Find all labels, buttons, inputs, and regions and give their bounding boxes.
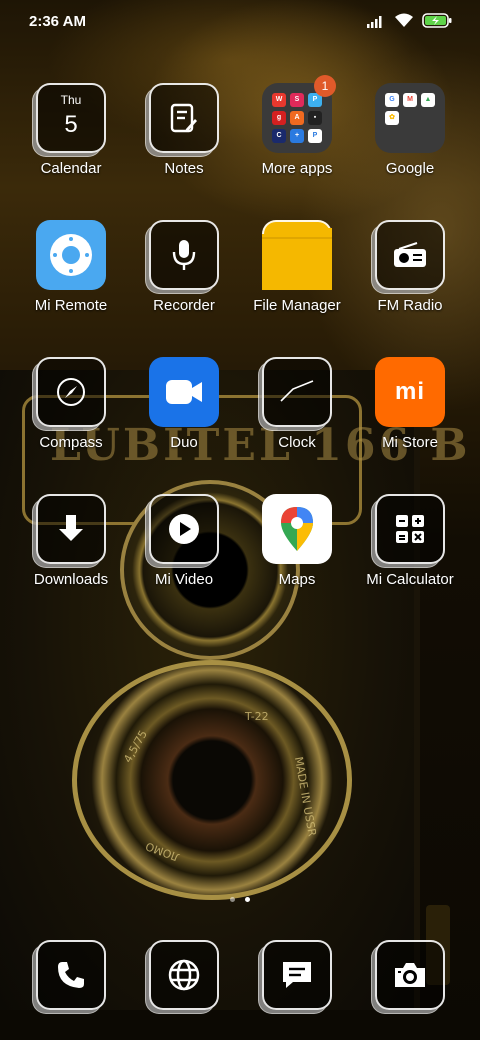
folder-yellow-icon (262, 220, 332, 290)
app-downloads[interactable]: Downloads (16, 494, 126, 588)
app-file-manager[interactable]: File Manager (242, 220, 352, 314)
app-label: Notes (164, 160, 204, 177)
camera-icon (375, 940, 445, 1010)
app-label: Mi Store (382, 434, 438, 451)
clock-icon (262, 357, 332, 427)
folder-more-apps[interactable]: WSP g A ▪ C + P 1 More apps (242, 75, 352, 177)
app-mi-store[interactable]: mi Mi Store (355, 357, 465, 451)
dock-phone[interactable] (16, 940, 126, 1010)
app-label: Compass (39, 434, 103, 451)
status-time: 2:36 AM (29, 13, 86, 30)
app-recorder[interactable]: Recorder (129, 220, 239, 314)
app-mi-video[interactable]: Mi Video (129, 494, 239, 588)
app-maps[interactable]: Maps (242, 494, 352, 588)
page-indicator (0, 897, 480, 902)
app-label: Maps (278, 571, 316, 588)
app-notes[interactable]: Notes (129, 83, 239, 177)
dock-messages[interactable] (242, 940, 352, 1010)
calculator-icon (375, 494, 445, 564)
dock-browser[interactable] (129, 940, 239, 1010)
status-icons (366, 13, 452, 28)
mi-logo-text: mi (394, 378, 426, 405)
remote-icon (36, 220, 106, 290)
app-label: More apps (261, 160, 333, 177)
calendar-day: Thu (60, 93, 82, 107)
play-icon (149, 494, 219, 564)
app-mi-calculator[interactable]: Mi Calculator (355, 494, 465, 588)
app-label: Duo (170, 434, 198, 451)
dock-camera[interactable] (355, 940, 465, 1010)
radio-icon (375, 220, 445, 290)
app-duo[interactable]: Duo (129, 357, 239, 451)
app-label: Mi Calculator (366, 571, 454, 588)
battery-charging-icon (422, 13, 452, 28)
notification-badge: 1 (314, 75, 336, 97)
app-mi-remote[interactable]: Mi Remote (16, 220, 126, 314)
microphone-icon (149, 220, 219, 290)
taking-lens (72, 660, 352, 900)
wifi-icon (395, 13, 413, 27)
app-label: Recorder (153, 297, 215, 314)
mi-logo-icon: mi (375, 357, 445, 427)
app-label: Downloads (33, 571, 109, 588)
calendar-date: 5 (64, 111, 78, 138)
app-label: FM Radio (377, 297, 443, 314)
download-icon (36, 494, 106, 564)
app-calendar[interactable]: Thu 5 Calendar (16, 83, 126, 177)
video-camera-icon (149, 357, 219, 427)
compass-icon (36, 357, 106, 427)
signal-icon (367, 15, 382, 28)
phone-icon (36, 940, 106, 1010)
app-clock[interactable]: Clock (242, 357, 352, 451)
folder-google[interactable]: G M ▲ ✿ Google (355, 83, 465, 177)
app-fm-radio[interactable]: FM Radio (355, 220, 465, 314)
notes-icon (149, 83, 219, 153)
app-label: Clock (278, 434, 316, 451)
page-dot-active[interactable] (245, 897, 250, 902)
message-icon (262, 940, 332, 1010)
app-label: Mi Video (154, 571, 214, 588)
app-compass[interactable]: Compass (16, 357, 126, 451)
lens-text: T-22 (245, 710, 269, 723)
folder-icon: G M ▲ ✿ (375, 83, 445, 153)
app-label: Google (385, 160, 435, 177)
app-label: Mi Remote (34, 297, 108, 314)
app-label: File Manager (253, 297, 341, 314)
page-dot[interactable] (230, 897, 235, 902)
maps-pin-icon (262, 494, 332, 564)
globe-icon (149, 940, 219, 1010)
calendar-icon: Thu 5 (36, 83, 106, 153)
app-label: Calendar (40, 160, 102, 177)
folder-icon: WSP g A ▪ C + P 1 (262, 75, 336, 153)
status-bar: 2:36 AM (0, 0, 480, 42)
